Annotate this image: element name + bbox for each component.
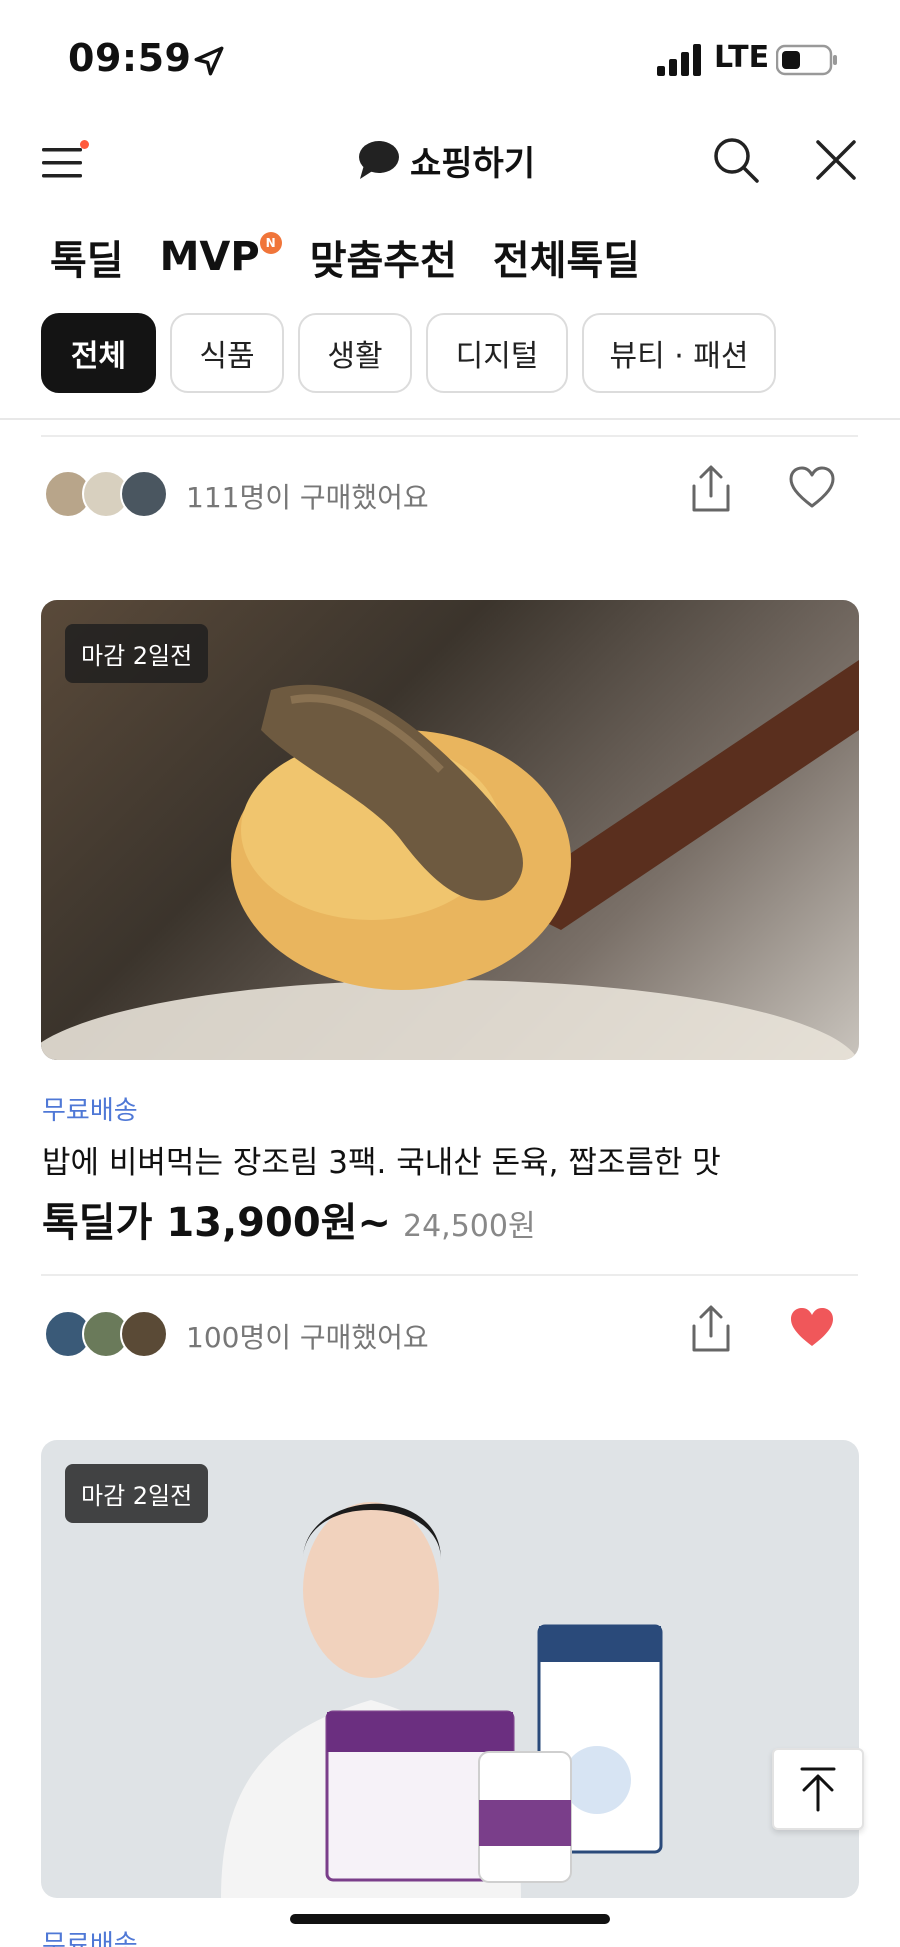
home-indicator	[290, 1914, 610, 1924]
tab-label: 맞춤추천	[309, 238, 457, 284]
avatar	[120, 470, 168, 518]
category-chip-living[interactable]: 생활	[298, 313, 412, 393]
deadline-badge: 마감 2일전	[65, 1464, 209, 1523]
tab-label: 톡딜	[50, 238, 124, 284]
top-bar: 쇼핑하기	[0, 110, 900, 210]
tab-recommended[interactable]: 맞춤추천	[310, 228, 457, 286]
tab-label: 전체톡딜	[492, 238, 641, 284]
status-bar: 09:59 LTE	[0, 0, 900, 110]
buyer-count: 111명이 구매했어요	[186, 481, 429, 514]
buyers-row: 111명이 구매했어요	[44, 464, 858, 524]
status-time: 09:59	[68, 36, 192, 80]
new-badge: N	[259, 232, 282, 254]
buyer-avatars	[44, 470, 174, 518]
buyer-count: 100명이 구매했어요	[186, 1321, 429, 1354]
location-arrow-icon	[194, 46, 224, 76]
product-image[interactable]: 마감 2일전	[41, 600, 859, 1060]
category-chip-food[interactable]: 식품	[170, 313, 284, 393]
price-row: 톡딜가 13,900원~ 24,500원	[42, 1190, 536, 1248]
header-divider	[0, 418, 900, 420]
divider	[41, 1274, 858, 1276]
deal-price: 톡딜가 13,900원~	[42, 1200, 391, 1246]
category-chip-beauty-fashion[interactable]: 뷰티 · 패션	[582, 313, 776, 393]
search-icon[interactable]	[710, 134, 762, 186]
scroll-to-top-button[interactable]	[772, 1748, 864, 1830]
heart-outline-icon[interactable]	[788, 466, 836, 510]
network-label: LTE	[714, 40, 770, 75]
share-icon[interactable]	[688, 1304, 734, 1354]
buyers-row: 100명이 구매했어요	[44, 1304, 858, 1364]
chat-bubble-icon	[359, 141, 399, 179]
product-title[interactable]: 밥에 비벼먹는 장조림 3팩. 국내산 돈육, 짭조름한 맛	[42, 1137, 721, 1182]
share-icon[interactable]	[688, 464, 734, 514]
product-image[interactable]: 마감 2일전	[41, 1440, 859, 1898]
buyer-avatars	[44, 1310, 174, 1358]
arrow-up-icon	[800, 1767, 836, 1812]
free-shipping-label: 무료배송	[42, 1930, 138, 1947]
original-price: 24,500원	[403, 1209, 536, 1244]
avatar	[120, 1310, 168, 1358]
tab-talkdeal[interactable]: 톡딜	[50, 228, 124, 286]
heart-filled-icon[interactable]	[788, 1306, 836, 1350]
tab-all-talkdeal[interactable]: 전체톡딜	[493, 228, 640, 286]
battery-icon	[776, 44, 837, 76]
main-tabs: 톡딜 MVP N 맞춤추천 전체톡딜	[50, 222, 640, 292]
category-chip-digital[interactable]: 디지털	[426, 313, 568, 393]
deadline-badge: 마감 2일전	[65, 624, 209, 683]
tab-mvp[interactable]: MVP N	[159, 232, 282, 280]
close-icon[interactable]	[812, 136, 860, 184]
menu-notification-dot	[80, 140, 89, 149]
divider	[41, 435, 858, 437]
signal-icon	[657, 44, 701, 76]
category-chip-all[interactable]: 전체	[41, 313, 156, 393]
category-filter: 전체 식품 생활 디지털 뷰티 · 패션	[41, 313, 776, 393]
page-title: 쇼핑하기	[356, 134, 535, 186]
tab-label: MVP	[159, 234, 260, 280]
free-shipping-label: 무료배송	[42, 1096, 138, 1126]
page-title-text: 쇼핑하기	[410, 143, 536, 184]
